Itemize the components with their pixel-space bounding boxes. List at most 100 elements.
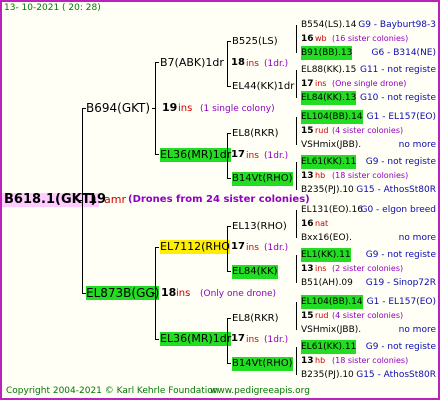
g4-4-num: 16 [301,219,314,229]
g3-node-1[interactable]: EL44(KK)1dr [232,80,294,94]
g4-0-line3[interactable]: B91(BB).13 [301,46,353,60]
g2-node-0-note: (1dr.) [264,59,289,69]
g4-5-num: 13 [301,264,314,274]
g2-node-3-num: 17 [231,333,245,344]
g4-5-line1[interactable]: EL1(KK).11 [301,248,351,262]
g4-5-loc3: G19 - Sinop72R [365,278,436,288]
footer-site[interactable]: www.pedigreeapis.org [210,384,310,398]
connector [227,178,231,179]
g4-2-suffix: rud [315,126,329,135]
g4-3-line3[interactable]: B235(PJ).10 [301,183,354,197]
date-line: 13- 10-2021 ( 20: 28) [4,3,101,13]
connector [296,70,297,98]
g1-bot-suffix: ins [176,288,191,299]
g4-7-loc3: G15 - AthosSt80R [356,370,436,380]
g4-5-loc1: G9 - not registe [365,250,436,260]
g3-node-6[interactable]: EL8(RKR) [232,312,279,326]
g4-6-loc1: G1 - EL157(EO) [366,297,436,307]
g2-node-0-num: 18 [231,57,245,68]
connector [227,318,231,319]
g1-top-id[interactable]: B694(GKT) [86,101,150,115]
g4-0-loc1: G9 - Bayburt98-3 [358,20,436,30]
g4-7-line3[interactable]: B235(PJ).10 [301,368,354,382]
g4-4-line3[interactable]: Bxx16(EO). [301,231,352,245]
connector [227,133,231,134]
g4-7-loc1: G9 - not registe [365,342,436,352]
g4-2-line3[interactable]: VSHmix(JBB). [301,138,361,152]
g1-bot-num: 18 [161,286,177,299]
g4-7-note: (18 sister colonies) [332,356,409,365]
connector [155,247,159,248]
g3-node-0[interactable]: B525(LS) [232,35,278,49]
connector [155,339,159,340]
connector [227,226,231,227]
g4-3-loc1: G9 - not registe [365,157,436,167]
root-id[interactable]: B618.1(GKT) [2,193,99,207]
g4-3-num: 13 [301,171,314,181]
g4-6-line1[interactable]: EL104(BB).14 [301,295,363,309]
g4-6-note: (4 sister colonies) [332,311,404,320]
connector [227,133,228,179]
g2-node-2-num: 17 [231,241,245,252]
g4-1-line3[interactable]: EL84(KK).13 [301,91,357,105]
g4-6-suffix: rud [315,311,329,320]
footer-copyright: Copyright 2004-2021 © Karl Kehrle Founda… [6,386,219,396]
connector [296,210,297,238]
connector [78,200,83,201]
connector [296,347,297,375]
g3-node-5[interactable]: EL84(KK) [232,265,278,279]
g3-node-4[interactable]: EL13(RHO) [232,220,287,234]
g4-3-line1[interactable]: EL61(KK).11 [301,155,357,169]
g4-6-num: 15 [301,311,314,321]
g2-node-3-id[interactable]: EL36(MR)1dr [160,332,232,346]
g4-0-line1[interactable]: B554(LS).14 [301,18,356,32]
g4-2-loc3: no more [398,140,436,150]
g4-0-num: 16 [301,34,314,44]
connector [296,302,297,330]
connector [296,255,297,283]
connector [152,293,156,294]
connector [227,86,231,87]
g4-1-loc1: G11 - not registe [359,65,436,75]
g4-5-suffix: ins [315,264,327,273]
g4-0-loc3: G6 - B314(NE) [371,48,436,58]
g4-7-line1[interactable]: EL61(KK).11 [301,340,357,354]
g1-bot-note: (Only one drone) [200,289,277,299]
g1-top-suffix: ins [178,103,193,114]
root-note: (Drones from 24 sister colonies) [128,194,310,205]
g1-top-num: 19 [162,101,178,114]
g1-bot-id[interactable]: EL873B(GG) [86,286,160,300]
g4-3-loc3: G15 - AthosSt80R [356,185,436,195]
g3-node-7[interactable]: B14Vt(RHO) [232,357,293,371]
g2-node-3-suffix: ins [246,335,259,345]
connector [296,117,297,145]
g2-node-1-num: 17 [231,149,245,160]
connector [296,25,297,53]
g4-3-note: (18 sister colonies) [332,171,409,180]
g2-node-2-id[interactable]: EL7112(RHO) [160,240,230,254]
g2-node-0-id[interactable]: B7(ABK)1dr [160,56,224,70]
g3-node-3[interactable]: B14Vt(RHO) [232,172,293,186]
pedigree-frame: 13- 10-2021 ( 20: 28) B618.1(GKT) 19 amr… [0,0,440,400]
g2-node-3-note: (1dr.) [264,335,289,345]
g4-7-suffix: hb [315,356,326,365]
connector [155,154,159,155]
g4-6-line3[interactable]: VSHmix(JBB). [301,323,361,337]
g4-2-line1[interactable]: EL104(BB).14 [301,110,363,124]
g4-4-suffix: nat [315,219,329,228]
g2-node-2-note: (1dr.) [264,243,289,253]
g3-node-2[interactable]: EL8(RKR) [232,127,279,141]
connector [152,108,156,109]
root-suffix: amr [104,193,126,206]
g2-node-1-id[interactable]: EL36(MR)1dr [160,148,232,162]
g4-1-line1[interactable]: EL88(KK).15 [301,63,356,77]
g4-5-line3[interactable]: B51(AH).09 [301,276,353,290]
g4-1-loc3: G10 - not registe [359,93,436,103]
g4-4-line1[interactable]: EL131(EO).16 [301,203,363,217]
g4-1-note: (One single drone) [332,79,407,88]
g2-node-0-suffix: ins [246,59,259,69]
connector [296,162,297,190]
connector [227,363,231,364]
g4-2-num: 15 [301,126,314,136]
g4-2-loc1: G1 - EL157(EO) [366,112,436,122]
